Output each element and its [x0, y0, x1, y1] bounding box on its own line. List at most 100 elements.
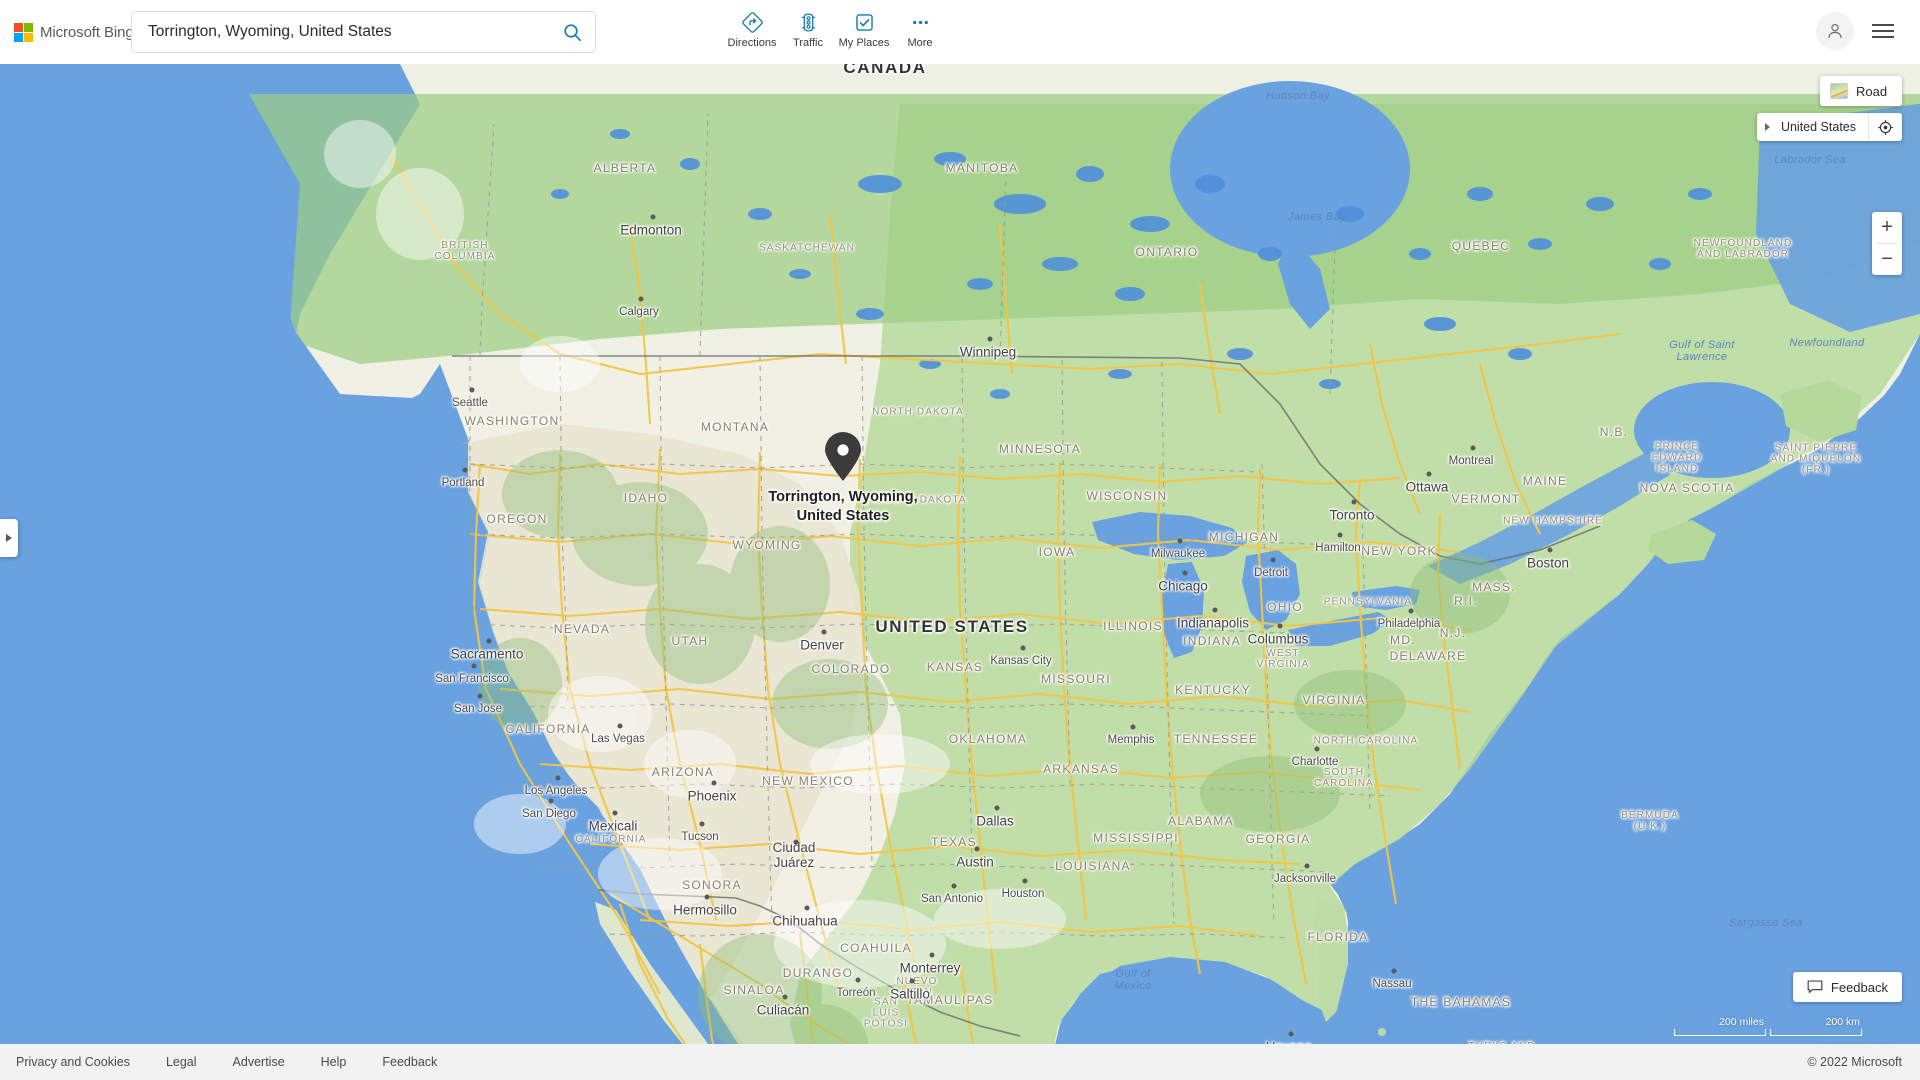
scale-km-label: 200 km — [1825, 1016, 1860, 1028]
map-city-dot — [929, 952, 935, 958]
locale-label[interactable]: United States — [1779, 113, 1868, 141]
zoom-in-button[interactable]: + — [1872, 212, 1902, 243]
map-city-dot — [462, 467, 468, 473]
search-input[interactable] — [132, 23, 549, 41]
map-city-dot — [1408, 608, 1414, 614]
map-viewport[interactable]: CANADAUNITED STATESMEXICOBRITISHCOLUMBIA… — [0, 64, 1920, 1066]
footer-link-legal[interactable]: Legal — [166, 1055, 197, 1069]
scale-km-bar — [1770, 1029, 1862, 1036]
zoom-controls: + − — [1872, 212, 1902, 275]
map-city-dot — [1270, 557, 1276, 563]
toolbar-item-my-places[interactable]: My Places — [836, 6, 892, 49]
account-button[interactable] — [1816, 12, 1854, 50]
page-footer: Privacy and Cookies Legal Advertise Help Fee… — [0, 1044, 1920, 1080]
map-city-dot — [951, 883, 957, 889]
map-city-dot — [638, 296, 644, 302]
pushpin-icon — [825, 432, 861, 481]
chevron-right-icon — [6, 534, 12, 542]
map-city-dot — [1212, 607, 1218, 613]
hamburger-icon-bar — [1872, 36, 1894, 38]
map-city-dot — [469, 387, 475, 393]
search-box[interactable] — [131, 11, 596, 53]
expand-panel-handle[interactable] — [0, 519, 18, 557]
map-toolbar: Directions Traffic My Places More — [724, 6, 948, 49]
header-right-group — [1816, 12, 1902, 50]
scale-segment-miles: 200 miles — [1674, 1016, 1766, 1036]
map-thumbnail-icon — [1830, 83, 1848, 99]
scale-segment-km: 200 km — [1770, 1016, 1862, 1036]
map-geometry — [0, 64, 1920, 1066]
toolbar-label-directions: Directions — [727, 37, 777, 49]
map-city-dot — [1177, 538, 1183, 544]
map-city-dot — [477, 693, 483, 699]
map-city-dot — [1020, 645, 1026, 651]
map-city-dot — [699, 821, 705, 827]
map-city-dot — [1391, 968, 1397, 974]
ellipsis-icon — [910, 11, 931, 33]
toolbar-item-directions[interactable]: Directions — [724, 6, 780, 49]
app-header: Microsoft Bing Directions — [0, 0, 1920, 64]
hamburger-menu-button[interactable] — [1872, 16, 1902, 46]
toolbar-label-my-places: My Places — [838, 37, 890, 49]
map-city-dot — [1130, 724, 1136, 730]
zoom-out-button[interactable]: − — [1872, 244, 1902, 275]
map-city-dot — [909, 978, 915, 984]
footer-link-feedback[interactable]: Feedback — [382, 1055, 437, 1069]
map-city-dot — [704, 894, 710, 900]
map-city-dot — [1426, 471, 1432, 477]
traffic-light-icon — [798, 11, 819, 33]
toolbar-label-traffic: Traffic — [793, 37, 823, 49]
hamburger-icon-bar — [1872, 24, 1894, 26]
toolbar-label-more: More — [907, 37, 933, 49]
map-city-dot — [782, 994, 788, 1000]
map-feedback-label: Feedback — [1830, 979, 1888, 995]
map-city-dot — [1182, 570, 1188, 576]
toolbar-item-more[interactable]: More — [892, 6, 948, 49]
map-city-dot — [1304, 863, 1310, 869]
microsoft-squares-icon — [14, 22, 33, 42]
map-city-dot — [1277, 623, 1283, 629]
map-city-dot — [793, 839, 799, 845]
map-city-dot — [1288, 1031, 1294, 1037]
map-city-dot — [1547, 547, 1553, 553]
speech-bubble-icon — [1807, 980, 1823, 994]
scale-miles-bar — [1674, 1029, 1766, 1036]
map-city-dot — [1022, 878, 1028, 884]
search-button[interactable] — [549, 12, 595, 52]
scale-bar: 200 miles 200 km — [1674, 1016, 1862, 1036]
hamburger-icon-bar — [1872, 30, 1894, 32]
crosshair-icon — [1878, 119, 1893, 135]
map-city-dot — [1470, 445, 1476, 451]
search-icon — [563, 23, 581, 41]
footer-link-privacy-and-cookies[interactable]: Privacy and Cookies — [16, 1055, 130, 1069]
map-city-dot — [1351, 499, 1357, 505]
map-style-label: Road — [1856, 83, 1888, 99]
footer-links: Privacy and Cookies Legal Advertise Help Fee… — [16, 1055, 437, 1069]
scale-miles-label: 200 miles — [1719, 1016, 1764, 1028]
person-icon — [1828, 23, 1842, 38]
footer-link-advertise[interactable]: Advertise — [233, 1055, 285, 1069]
locate-me-button[interactable] — [1868, 113, 1902, 141]
map-city-dot — [555, 775, 561, 781]
map-city-dot — [855, 977, 861, 983]
map-city-dot — [987, 336, 993, 342]
locale-bar: United States — [1756, 113, 1902, 141]
footer-link-help[interactable]: Help — [321, 1055, 347, 1069]
map-city-dot — [612, 810, 618, 816]
map-city-dot — [1337, 532, 1343, 538]
location-pushpin[interactable] — [822, 432, 864, 482]
chevron-right-icon — [1765, 123, 1771, 131]
brand-label: Microsoft Bing — [40, 23, 134, 41]
map-city-dot — [471, 663, 477, 669]
footer-copyright: © 2022 Microsoft — [1807, 1055, 1902, 1069]
map-city-dot — [994, 805, 1000, 811]
map-city-dot — [711, 780, 717, 786]
microsoft-bing-logo[interactable]: Microsoft Bing — [14, 22, 134, 42]
map-feedback-button[interactable]: Feedback — [1792, 972, 1902, 1002]
map-style-button[interactable]: Road — [1820, 76, 1902, 106]
map-city-dot — [486, 638, 492, 644]
checkbox-icon — [854, 11, 875, 33]
locale-expand-button[interactable] — [1757, 113, 1779, 141]
map-city-dot — [548, 798, 554, 804]
toolbar-item-traffic[interactable]: Traffic — [780, 6, 836, 49]
